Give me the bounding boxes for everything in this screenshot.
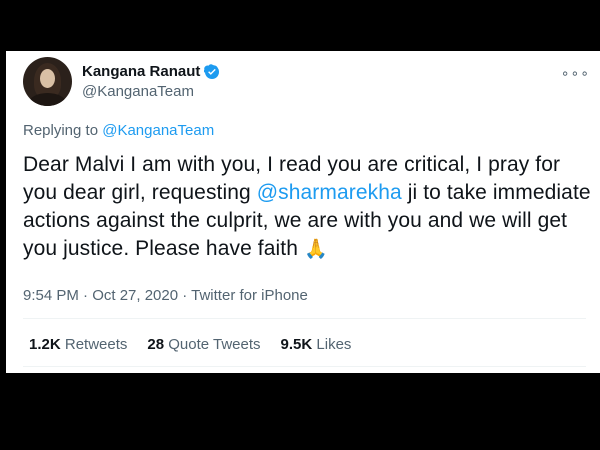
author-handle[interactable]: @KanganaTeam	[82, 83, 194, 100]
more-options-icon[interactable]: ∘∘∘	[561, 65, 590, 82]
replying-to: Replying to @KanganaTeam	[23, 122, 214, 139]
display-name[interactable]: Kangana Ranaut	[82, 63, 200, 80]
tweet-text: Dear Malvi I am with you, I read you are…	[23, 151, 593, 264]
divider-top	[23, 318, 586, 319]
retweets-label: Retweets	[64, 336, 128, 353]
replying-prefix: Replying to	[23, 122, 103, 139]
avatar[interactable]	[23, 57, 72, 106]
tweet-timestamp[interactable]: 9:54 PM · Oct 27, 2020 · Twitter for iPh…	[23, 287, 308, 304]
tweet-stats: 1.2K Retweets 28 Quote Tweets 9.5K Likes	[29, 336, 351, 353]
likes-count: 9.5K	[280, 336, 313, 353]
verified-badge-icon	[204, 63, 220, 79]
retweets-count: 1.2K	[29, 336, 61, 353]
likes-label: Likes	[316, 336, 352, 353]
tweet-card: Kangana Ranaut @KanganaTeam ∘∘∘ Replying…	[6, 51, 600, 373]
likes-stat[interactable]: 9.5K Likes	[281, 336, 352, 353]
replying-mention-link[interactable]: @KanganaTeam	[102, 122, 214, 139]
quote-tweets-label: Quote Tweets	[168, 336, 261, 353]
quote-tweets-count: 28	[147, 336, 165, 353]
tweet-mention-link[interactable]: @sharmarekha	[257, 181, 402, 204]
author-name-row[interactable]: Kangana Ranaut	[82, 63, 220, 80]
divider-bottom	[23, 366, 586, 367]
quote-tweets-stat[interactable]: 28 Quote Tweets	[147, 336, 260, 353]
folded-hands-emoji-icon: 🙏	[303, 239, 328, 260]
avatar-face	[40, 69, 55, 88]
avatar-body	[29, 93, 66, 106]
retweets-stat[interactable]: 1.2K Retweets	[29, 336, 127, 353]
